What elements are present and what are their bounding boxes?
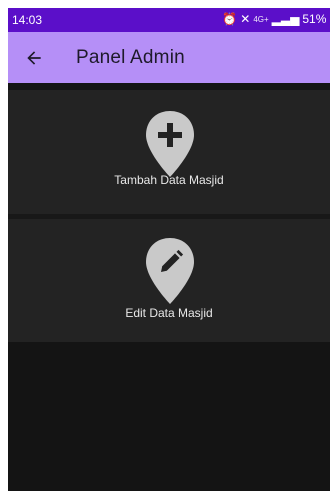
app-bar: Panel Admin: [8, 32, 330, 83]
network-label: 4G+: [253, 14, 269, 24]
status-time: 14:03: [12, 13, 43, 27]
add-mosque-data-card[interactable]: Tambah Data Masjid: [8, 90, 330, 214]
edit-mosque-data-card[interactable]: Edit Data Masjid: [8, 219, 330, 342]
status-bar: 14:03 ⏰ ✕ 4G+ ▂▃▅ 51% ▮: [8, 8, 330, 32]
battery-label: 51%: [302, 12, 327, 26]
status-icons: ⏰ ✕ 4G+ ▂▃▅ 51% ▮: [222, 12, 330, 26]
arrow-back-icon: [27, 51, 41, 65]
alarm-icon: ⏰: [222, 12, 238, 26]
signal-icon: ▂▃▅: [271, 12, 300, 26]
add-location-icon: [146, 111, 194, 177]
page-title: Panel Admin: [76, 47, 185, 68]
add-mosque-data-label: Tambah Data Masjid: [114, 173, 224, 187]
back-button[interactable]: [20, 44, 48, 72]
mute-icon: ✕: [240, 12, 251, 26]
phone-screen: 14:03 ⏰ ✕ 4G+ ▂▃▅ 51% ▮ Panel Admin Tamb…: [8, 8, 330, 491]
edit-location-icon: [146, 238, 194, 304]
edit-mosque-data-label: Edit Data Masjid: [125, 306, 213, 320]
